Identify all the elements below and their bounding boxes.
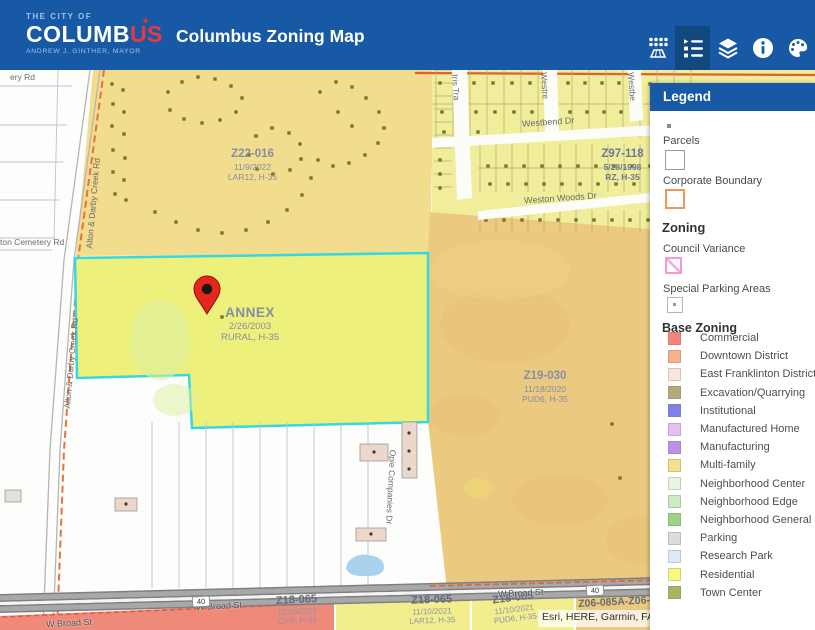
- color-swatch: [668, 550, 681, 563]
- council-variance-swatch: [665, 257, 682, 274]
- legend-row: Manufacturing: [663, 438, 815, 456]
- legend-row: Neighborhood Center: [663, 475, 815, 493]
- street-label-westre: Westre: [539, 72, 551, 99]
- terrain-shading: [464, 478, 492, 498]
- color-swatch: [668, 386, 681, 399]
- legend-row: Downtown District: [663, 347, 815, 365]
- people-grid-icon: [646, 36, 670, 60]
- header-toolbar: [640, 26, 815, 70]
- color-swatch: [668, 459, 681, 472]
- zone-label-z18-065-lar12[interactable]: Z18-065 11/10/2021 LAR12, H-35: [387, 592, 476, 627]
- address-point-swatch: [667, 124, 671, 128]
- legend-row: Institutional: [663, 402, 815, 420]
- route-40-shield: 40: [192, 596, 211, 608]
- color-swatch: [668, 350, 681, 363]
- legend-panel: Legend Addresses Parcels Corporate Bound…: [650, 83, 815, 630]
- layers-icon: [716, 36, 740, 60]
- street-label-iris: Iris Tra: [450, 74, 462, 101]
- legend-row: Town Center: [663, 584, 815, 602]
- color-swatch: [668, 568, 681, 581]
- base-zoning-list: Commercial Downtown District East Frankl…: [663, 329, 815, 602]
- legend-item-corporate-boundary: Corporate Boundary: [663, 175, 762, 187]
- color-swatch: [668, 368, 681, 381]
- palette-button[interactable]: [780, 26, 815, 70]
- color-swatch: [668, 513, 681, 526]
- zone-label-z18-065-cpd[interactable]: Z18-065 11/10/2021 CPD, H-35: [251, 592, 343, 629]
- legend-item-council-variance: Council Variance: [663, 243, 745, 255]
- app-header: THE CITY OF COLUMBUS✦ ANDREW J. GINTHER,…: [0, 0, 815, 70]
- legend-row: Manufactured Home: [663, 420, 815, 438]
- legend-row: Research Park: [663, 547, 815, 565]
- layers-button[interactable]: [710, 26, 745, 70]
- street-label-westbe: Westbe: [626, 72, 638, 101]
- legend-row: Residential: [663, 565, 815, 583]
- color-swatch: [668, 423, 681, 436]
- legend-panel-title: Legend: [650, 83, 815, 111]
- legend-item-special-parking: Special Parking Areas: [663, 283, 771, 295]
- page-title: Columbus Zoning Map: [176, 26, 365, 47]
- special-parking-swatch: [667, 297, 683, 313]
- color-swatch: [668, 495, 681, 508]
- street-label-cemetery-rd: ton Cemetery Rd: [0, 237, 64, 247]
- info-icon: [751, 36, 775, 60]
- map-attribution: Esri, HERE, Garmin, FAO: [538, 610, 660, 627]
- info-button[interactable]: [745, 26, 780, 70]
- city-of-columbus-logo[interactable]: THE CITY OF COLUMBUS✦ ANDREW J. GINTHER,…: [26, 13, 163, 56]
- color-swatch: [668, 586, 681, 599]
- route-40-shield: 40: [586, 585, 605, 597]
- logo-star-icon: ✦: [142, 17, 150, 26]
- zone-label-z19-030[interactable]: Z19-030 11/18/2020 PUD6, H-35: [500, 370, 590, 404]
- color-swatch: [668, 332, 681, 345]
- palette-icon: [786, 36, 810, 60]
- legend-button[interactable]: [675, 26, 710, 70]
- color-swatch: [668, 532, 681, 545]
- legend-row: Commercial: [663, 329, 815, 347]
- parcels-swatch: [665, 150, 685, 170]
- terrain-shading: [430, 240, 570, 300]
- legend-item-parcels: Parcels: [663, 135, 700, 147]
- corporate-boundary-swatch: [665, 189, 685, 209]
- zone-label-annex[interactable]: ANNEX 2/26/2003 RURAL, H-35: [195, 305, 305, 343]
- legend-row: Parking: [663, 529, 815, 547]
- legend-row: Neighborhood General: [663, 511, 815, 529]
- zone-label-z22-016[interactable]: Z22-016 11/9/2022 LAR12, H-35: [205, 148, 300, 182]
- color-swatch: [668, 441, 681, 454]
- street-label-ery-rd: ery Rd: [10, 72, 35, 82]
- legend-row: Neighborhood Edge: [663, 493, 815, 511]
- legend-row: East Franklinton District: [663, 365, 815, 383]
- legend-section-zoning: Zoning: [662, 220, 705, 235]
- people-grid-button[interactable]: [640, 26, 675, 70]
- legend-icon: [681, 36, 705, 60]
- legend-row: Excavation/Quarrying: [663, 384, 815, 402]
- color-swatch: [668, 404, 681, 417]
- legend-row: Multi-family: [663, 456, 815, 474]
- color-swatch: [668, 477, 681, 490]
